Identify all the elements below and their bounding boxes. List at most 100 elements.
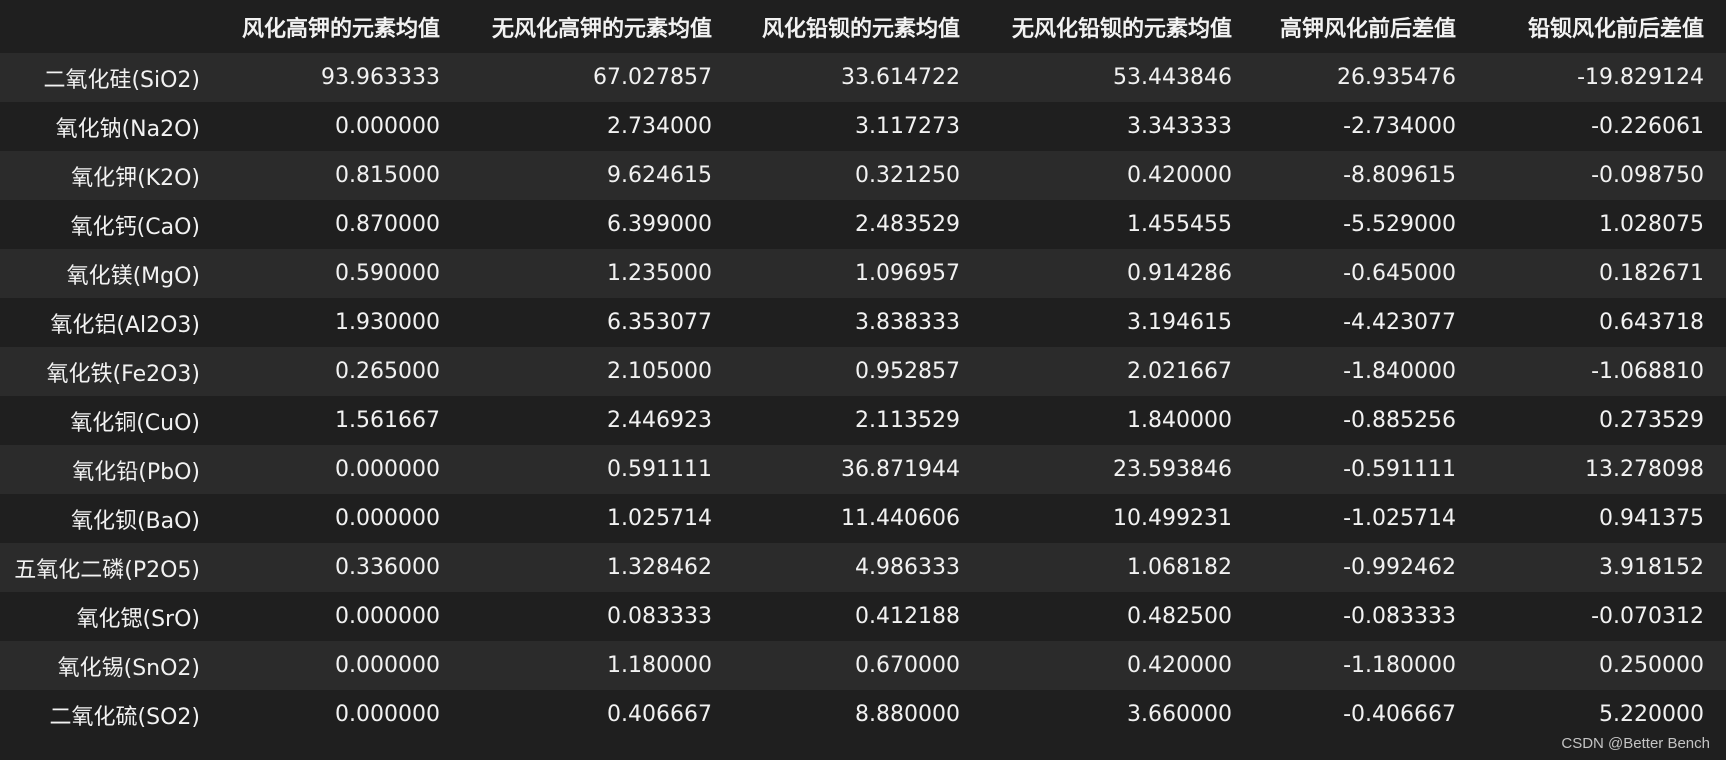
table-cell: 0.952857 (855, 359, 960, 384)
table-cell: 2.113529 (855, 408, 960, 433)
row-label: 氧化铁(Fe2O3) (46, 361, 200, 387)
table-cell: 9.624615 (607, 163, 712, 188)
table-cell: -0.406667 (1343, 702, 1456, 727)
table-cell: 5.220000 (1599, 702, 1704, 727)
table-cell: 2.446923 (607, 408, 712, 433)
table-cell: 0.591111 (607, 457, 712, 482)
table-cell: 0.406667 (607, 702, 712, 727)
table-cell: 0.273529 (1599, 408, 1704, 433)
table-cell: 3.117273 (855, 114, 960, 139)
table-cell: 26.935476 (1337, 65, 1456, 90)
table-cell: 36.871944 (841, 457, 960, 482)
row-label: 二氧化硅(SiO2) (43, 67, 200, 93)
row-label: 氧化铅(PbO) (72, 459, 200, 485)
table-cell: 0.870000 (335, 212, 440, 237)
table-cell: -4.423077 (1343, 310, 1456, 335)
table-cell: 0.000000 (335, 114, 440, 139)
table-cell: -0.226061 (1591, 114, 1704, 139)
dataframe-table: 风化高钾的元素均值 无风化高钾的元素均值 风化铅钡的元素均值 无风化铅钡的元素均… (0, 0, 1726, 739)
row-label: 氧化钠(Na2O) (55, 116, 200, 142)
header-row: 风化高钾的元素均值 无风化高钾的元素均值 风化铅钡的元素均值 无风化铅钡的元素均… (0, 0, 1726, 53)
table-cell: 0.670000 (855, 653, 960, 678)
row-label: 二氧化硫(SO2) (49, 704, 200, 730)
table-cell: 1.180000 (607, 653, 712, 678)
row-label: 氧化镁(MgO) (66, 263, 200, 289)
table-cell: -0.591111 (1343, 457, 1456, 482)
table-row: 氧化镁(MgO) 0.590000 1.235000 1.096957 0.914286… (0, 249, 1726, 298)
table-cell: 67.027857 (593, 65, 712, 90)
table-row: 二氧化硅(SiO2) 93.963333 67.027857 33.614722 53.… (0, 53, 1726, 102)
table-cell: 1.025714 (607, 506, 712, 531)
table-cell: -1.840000 (1343, 359, 1456, 384)
row-label: 氧化钾(K2O) (71, 165, 200, 191)
table-cell: 0.265000 (335, 359, 440, 384)
table-cell: 0.941375 (1599, 506, 1704, 531)
column-header-index (0, 0, 222, 53)
table-cell: 1.235000 (607, 261, 712, 286)
row-label: 氧化锡(SnO2) (57, 655, 200, 681)
row-label: 氧化钡(BaO) (70, 508, 200, 534)
table-cell: -0.885256 (1343, 408, 1456, 433)
table-cell: 3.194615 (1127, 310, 1232, 335)
table-header: 风化高钾的元素均值 无风化高钾的元素均值 风化铅钡的元素均值 无风化铅钡的元素均… (0, 0, 1726, 53)
table-cell: 1.561667 (335, 408, 440, 433)
table-cell: 2.105000 (607, 359, 712, 384)
table-cell: 1.840000 (1127, 408, 1232, 433)
table-cell: 0.590000 (335, 261, 440, 286)
table-cell: 53.443846 (1113, 65, 1232, 90)
table-cell: 0.000000 (335, 604, 440, 629)
table-cell: 1.096957 (855, 261, 960, 286)
table-cell: 0.815000 (335, 163, 440, 188)
row-label: 氧化锶(SrO) (76, 606, 201, 632)
table-row: 氧化锶(SrO) 0.000000 0.083333 0.412188 0.482500… (0, 592, 1726, 641)
table-row: 五氧化二磷(P2O5) 0.336000 1.328462 4.986333 1.068… (0, 543, 1726, 592)
column-header-weathered-pb-ba: 风化铅钡的元素均值 (734, 0, 982, 53)
table-cell: 1.068182 (1127, 555, 1232, 580)
table-cell: 2.734000 (607, 114, 712, 139)
table-cell: 2.021667 (1127, 359, 1232, 384)
row-label: 氧化铝(Al2O3) (50, 312, 200, 338)
table-cell: -0.070312 (1591, 604, 1704, 629)
table-cell: -19.829124 (1577, 65, 1704, 90)
table-row: 氧化锡(SnO2) 0.000000 1.180000 0.670000 0.42000… (0, 641, 1726, 690)
table-cell: -0.992462 (1343, 555, 1456, 580)
table-cell: 0.420000 (1127, 653, 1232, 678)
row-label: 氧化铜(CuO) (70, 410, 200, 436)
table-row: 氧化铝(Al2O3) 1.930000 6.353077 3.838333 3.1946… (0, 298, 1726, 347)
table-cell: 1.028075 (1599, 212, 1704, 237)
table-cell: -1.025714 (1343, 506, 1456, 531)
table-row: 二氧化硫(SO2) 0.000000 0.406667 8.880000 3.66000… (0, 690, 1726, 739)
table-cell: 93.963333 (321, 65, 440, 90)
table-cell: -5.529000 (1343, 212, 1456, 237)
row-label: 五氧化二磷(P2O5) (14, 557, 200, 583)
table-cell: 0.000000 (335, 702, 440, 727)
table-cell: 0.914286 (1127, 261, 1232, 286)
table-body: 二氧化硅(SiO2) 93.963333 67.027857 33.614722 53.… (0, 53, 1726, 739)
table-cell: 10.499231 (1113, 506, 1232, 531)
table-cell: 0.083333 (607, 604, 712, 629)
table-cell: 4.986333 (855, 555, 960, 580)
table-cell: 0.643718 (1599, 310, 1704, 335)
table-cell: 3.918152 (1599, 555, 1704, 580)
column-header-unweathered-high-k: 无风化高钾的元素均值 (462, 0, 734, 53)
column-header-unweathered-pb-ba: 无风化铅钡的元素均值 (982, 0, 1254, 53)
table-cell: 2.483529 (855, 212, 960, 237)
table-cell: 1.455455 (1127, 212, 1232, 237)
table-cell: 1.328462 (607, 555, 712, 580)
table-cell: -2.734000 (1343, 114, 1456, 139)
table-cell: -8.809615 (1343, 163, 1456, 188)
table-cell: -0.645000 (1343, 261, 1456, 286)
column-header-high-k-diff: 高钾风化前后差值 (1254, 0, 1478, 53)
table-cell: 6.399000 (607, 212, 712, 237)
table-row: 氧化钡(BaO) 0.000000 1.025714 11.440606 10.4992… (0, 494, 1726, 543)
csdn-watermark: CSDN @Better Bench (1561, 735, 1710, 752)
column-header-weathered-high-k: 风化高钾的元素均值 (222, 0, 462, 53)
table-cell: 23.593846 (1113, 457, 1232, 482)
table-cell: 8.880000 (855, 702, 960, 727)
table-cell: 3.343333 (1127, 114, 1232, 139)
table-cell: 3.660000 (1127, 702, 1232, 727)
table-cell: -1.068810 (1591, 359, 1704, 384)
table-cell: 0.000000 (335, 457, 440, 482)
row-label: 氧化钙(CaO) (70, 214, 200, 240)
table-row: 氧化钠(Na2O) 0.000000 2.734000 3.117273 3.34333… (0, 102, 1726, 151)
